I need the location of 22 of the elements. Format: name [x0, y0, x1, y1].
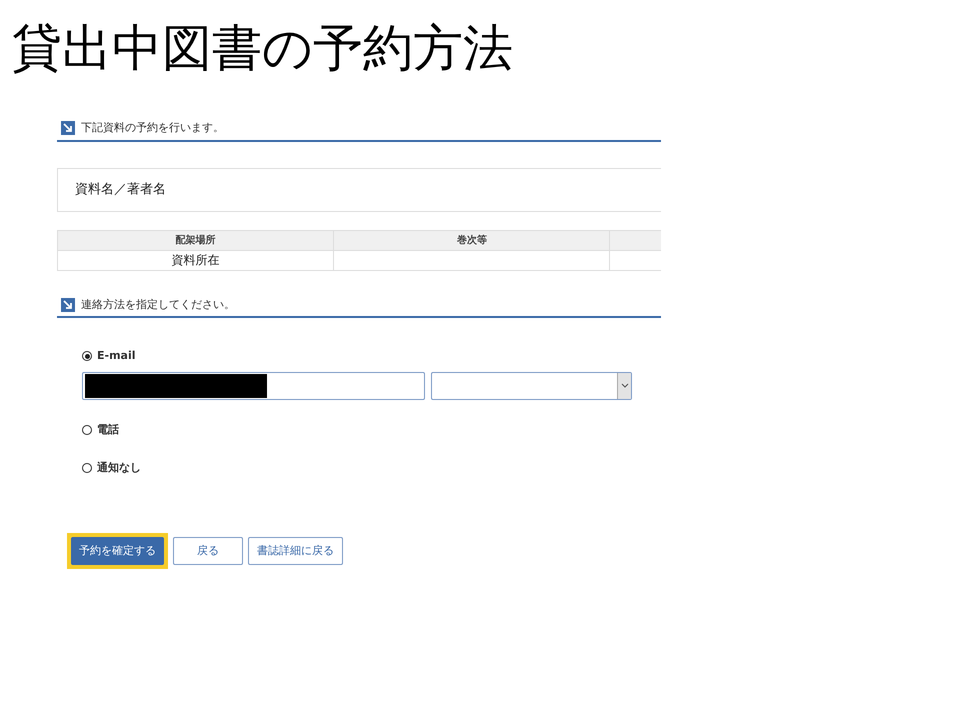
column-header: 配架場所 — [58, 230, 334, 250]
slide-title: 貸出中図書の予約方法 — [12, 18, 513, 78]
section-heading: 連絡方法を指定してください。 — [81, 296, 235, 312]
chevron-down-icon — [620, 383, 628, 388]
column-header — [610, 230, 661, 250]
table-cell: 資料所在 — [58, 250, 334, 270]
option-label: E-mail — [97, 348, 136, 364]
action-button[interactable]: 予約を確定する — [71, 536, 164, 565]
action-button[interactable]: 戻る — [173, 536, 243, 565]
radio-button[interactable] — [82, 351, 92, 362]
radio-button[interactable] — [82, 463, 92, 474]
option-label: 電話 — [97, 422, 119, 438]
column-header: 巻次等 — [334, 230, 610, 250]
radio-button[interactable] — [82, 424, 92, 435]
arrow-icon — [61, 121, 75, 136]
section-heading: 下記資料の予約を行います。 — [81, 120, 224, 136]
domain-select[interactable] — [431, 372, 632, 400]
email-field[interactable] — [82, 372, 425, 400]
option-label: 通知なし — [97, 460, 141, 476]
title-box: 資料名／著者名 — [57, 168, 661, 212]
action-button[interactable]: 書誌詳細に戻る — [248, 536, 343, 565]
arrow-icon — [61, 298, 75, 312]
